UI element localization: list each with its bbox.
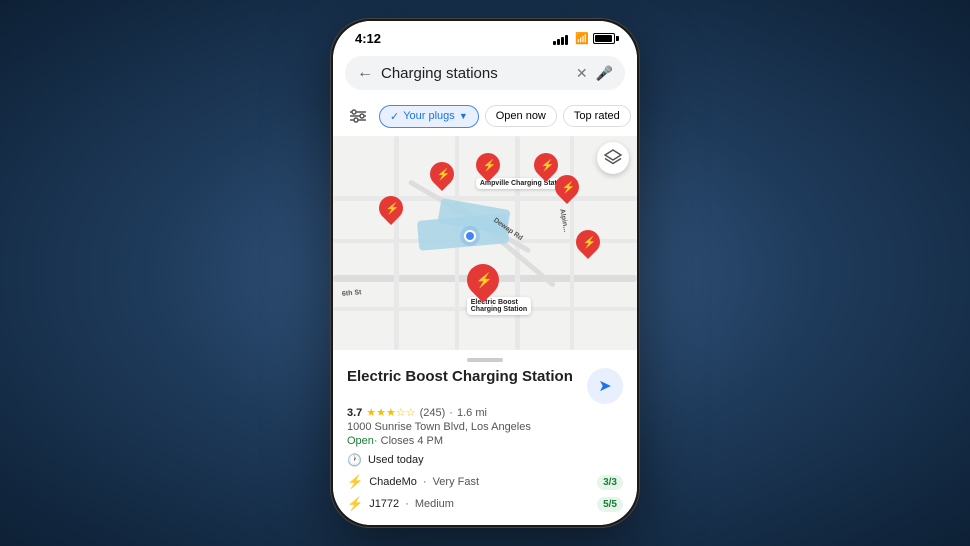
charger-avail-1: 5/5 (597, 497, 623, 512)
phone-screen: 4:12 📶 ← Charging stations ✕ 🎤 (333, 21, 637, 525)
charger-row-0: ⚡ ChadeMo · Very Fast 3/3 (347, 471, 623, 493)
map-background: 6th St Dewap Rd Alpin... ⚡ ⚡ (333, 136, 637, 350)
rating-number: 3.7 (347, 407, 362, 419)
filter-icon-button[interactable] (343, 102, 373, 130)
charger-name-1: J1772 (369, 498, 399, 510)
place-address: 1000 Sunrise Town Blvd, Los Angeles (347, 421, 623, 433)
clear-search-button[interactable]: ✕ (576, 65, 588, 82)
filter-bar: ✓ Your plugs ▼ Open now Top rated (333, 98, 637, 136)
user-location-dot (464, 230, 476, 242)
open-status: Open (347, 435, 374, 447)
map-container[interactable]: 6th St Dewap Rd Alpin... ⚡ ⚡ (333, 136, 637, 350)
search-query: Charging stations (381, 65, 568, 82)
open-now-chip[interactable]: Open now (485, 105, 557, 127)
place-card: Electric Boost Charging Station ➤ 3.7 ★★… (333, 368, 637, 525)
distance-value: 1.6 mi (457, 407, 487, 419)
mic-button[interactable]: 🎤 (596, 65, 613, 82)
top-rated-chip[interactable]: Top rated (563, 105, 631, 127)
status-time: 4:12 (355, 31, 381, 46)
place-rating: 3.7 ★★★☆☆ (245) · 1.6 mi (347, 406, 623, 419)
map-pin-2[interactable]: ⚡ (430, 162, 454, 186)
place-status: Open· Closes 4 PM (347, 435, 623, 447)
back-button[interactable]: ← (357, 64, 373, 82)
drag-handle[interactable] (467, 358, 503, 362)
search-bar[interactable]: ← Charging stations ✕ 🎤 (345, 56, 625, 90)
check-icon: ✓ (390, 110, 399, 123)
battery-icon (593, 33, 615, 44)
charger-name-0: ChadeMo (369, 476, 417, 488)
map-pin-1[interactable]: ⚡ (379, 196, 403, 220)
your-plugs-chip[interactable]: ✓ Your plugs ▼ (379, 105, 479, 128)
bolt-icon-0: ⚡ (347, 474, 363, 490)
place-name: Electric Boost Charging Station (347, 368, 579, 386)
bolt-icon-1: ⚡ (347, 496, 363, 512)
electric-boost-pin[interactable]: ⚡ Electric BoostCharging Station (467, 264, 531, 315)
open-now-label: Open now (496, 110, 546, 122)
phone-frame: 4:12 📶 ← Charging stations ✕ 🎤 (330, 18, 640, 528)
chevron-down-icon: ▼ (459, 111, 468, 121)
electric-boost-label: Electric BoostCharging Station (467, 297, 531, 315)
charger-row-1: ⚡ J1772 · Medium 5/5 (347, 493, 623, 515)
closing-time: · Closes 4 PM (374, 435, 443, 447)
charger-speed-0: Very Fast (433, 476, 479, 488)
charger-avail-0: 3/3 (597, 475, 623, 490)
search-bar-container: ← Charging stations ✕ 🎤 (333, 50, 637, 98)
map-pin-5[interactable]: ⚡ (555, 175, 579, 199)
your-plugs-label: Your plugs (403, 110, 455, 122)
directions-button[interactable]: ➤ (587, 368, 623, 404)
review-count: (245) (420, 407, 446, 419)
top-rated-label: Top rated (574, 110, 620, 122)
status-icons: 📶 (553, 32, 615, 45)
charger-speed-1: Medium (415, 498, 454, 510)
direction-arrow-icon: ➤ (598, 376, 611, 396)
map-pin-6[interactable]: ⚡ (576, 230, 600, 254)
map-pin-4[interactable]: ⚡ (534, 153, 558, 177)
place-header: Electric Boost Charging Station ➤ (347, 368, 623, 404)
status-bar: 4:12 📶 (333, 21, 637, 50)
layers-button[interactable] (597, 142, 629, 174)
stars-icon: ★★★☆☆ (366, 406, 415, 419)
signal-icon (553, 33, 568, 45)
clock-icon: 🕐 (347, 453, 362, 467)
used-today-row: 🕐 Used today (347, 453, 623, 467)
used-today-label: Used today (368, 454, 424, 466)
